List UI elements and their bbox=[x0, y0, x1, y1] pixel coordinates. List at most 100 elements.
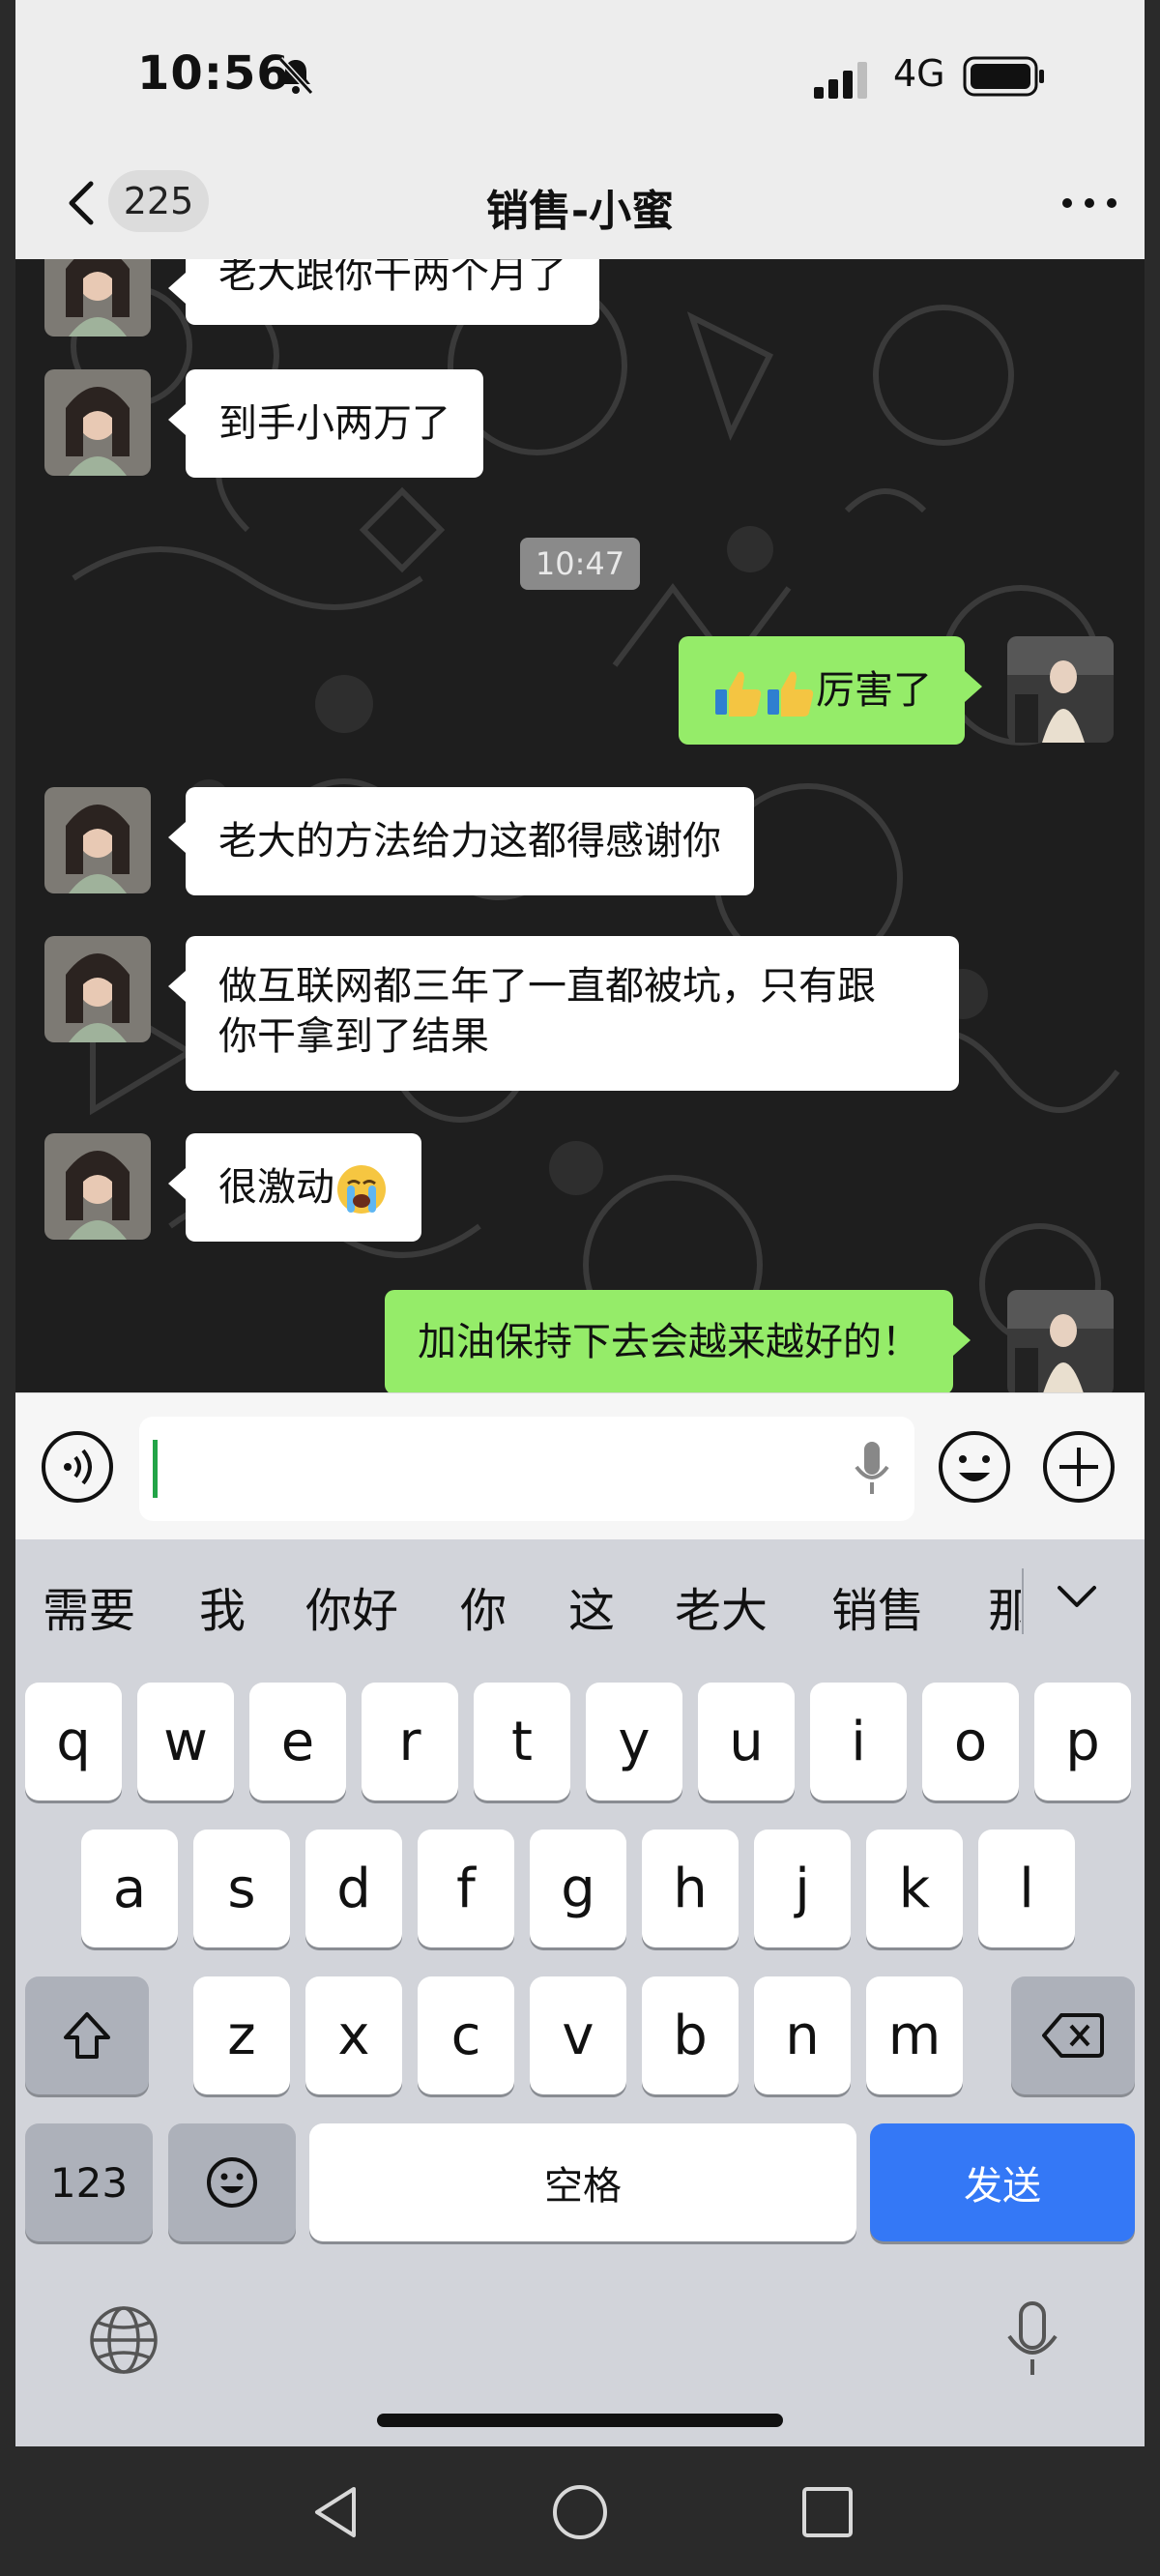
key-l[interactable]: l bbox=[978, 1830, 1075, 1947]
message-bubble-incoming[interactable]: 老大跟你干两个月了 bbox=[168, 259, 599, 325]
contact-avatar-image bbox=[44, 259, 151, 337]
shift-key[interactable] bbox=[25, 1976, 149, 2094]
message-text-line: 你干拿到了结果 bbox=[218, 1014, 489, 1059]
contact-avatar-image bbox=[44, 1133, 151, 1240]
numbers-key[interactable]: 123 bbox=[25, 2123, 153, 2241]
chevron-down-icon[interactable] bbox=[1052, 1572, 1102, 1623]
key-g[interactable]: g bbox=[530, 1830, 626, 1947]
key-y[interactable]: y bbox=[586, 1683, 682, 1800]
emoji-icon[interactable] bbox=[936, 1428, 1013, 1506]
chat-message-list[interactable]: 老大跟你干两个月了 到手小两万了 10:47 厉害了 老大的方法给力这都得感谢你… bbox=[15, 259, 1145, 1392]
key-h[interactable]: h bbox=[642, 1830, 739, 1947]
chat-title: 销售-小蜜 bbox=[485, 187, 675, 236]
key-m[interactable]: m bbox=[866, 1976, 963, 2094]
text-cursor bbox=[153, 1440, 158, 1498]
message-bubble-incoming[interactable]: 很激动 bbox=[168, 1133, 421, 1242]
globe-icon[interactable] bbox=[87, 2303, 160, 2377]
home-indicator bbox=[377, 2414, 783, 2427]
send-key[interactable]: 发送 bbox=[870, 2123, 1135, 2241]
contact-avatar[interactable] bbox=[44, 369, 151, 476]
bell-muted-icon bbox=[277, 56, 314, 96]
key-k[interactable]: k bbox=[866, 1830, 963, 1947]
key-p[interactable]: p bbox=[1034, 1683, 1131, 1800]
my-avatar[interactable] bbox=[1007, 636, 1114, 743]
candidate-word[interactable]: 老大 bbox=[675, 1572, 768, 1640]
keyboard: 需要 我 你好 你 这 老大 销售 那 q w e r t y u i o p … bbox=[15, 1539, 1145, 2446]
candidate-word[interactable]: 你 bbox=[460, 1572, 507, 1640]
message-text: 厉害了 bbox=[816, 668, 932, 713]
contact-avatar[interactable] bbox=[44, 787, 151, 893]
key-v[interactable]: v bbox=[530, 1976, 626, 2094]
emoji-key[interactable] bbox=[168, 2123, 296, 2241]
contact-avatar-image bbox=[44, 369, 151, 476]
key-s[interactable]: s bbox=[193, 1830, 290, 1947]
contact-avatar[interactable] bbox=[44, 936, 151, 1042]
key-r[interactable]: r bbox=[362, 1683, 458, 1800]
backspace-icon bbox=[1042, 2013, 1104, 2058]
shift-icon bbox=[64, 2012, 110, 2059]
key-c[interactable]: c bbox=[418, 1976, 514, 2094]
message-input[interactable] bbox=[139, 1417, 914, 1521]
key-o[interactable]: o bbox=[922, 1683, 1019, 1800]
message-bubble-incoming[interactable]: 老大的方法给力这都得感谢你 bbox=[168, 787, 754, 895]
key-b[interactable]: b bbox=[642, 1976, 739, 2094]
backspace-key[interactable] bbox=[1011, 1976, 1135, 2094]
candidate-word[interactable]: 那 bbox=[988, 1572, 1021, 1640]
candidate-bar: 需要 我 你好 你 这 老大 销售 那 bbox=[15, 1539, 1145, 1659]
mic-icon[interactable] bbox=[845, 1438, 899, 1500]
space-key[interactable]: 空格 bbox=[309, 2123, 856, 2241]
key-i[interactable]: i bbox=[810, 1683, 907, 1800]
nav-back-icon[interactable] bbox=[305, 2481, 367, 2543]
contact-avatar-image bbox=[44, 936, 151, 1042]
message-input-bar bbox=[15, 1392, 1145, 1539]
candidate-word[interactable]: 需要 bbox=[43, 1572, 135, 1640]
plus-icon[interactable] bbox=[1040, 1428, 1117, 1506]
candidate-divider bbox=[1022, 1568, 1024, 1634]
key-t[interactable]: t bbox=[474, 1683, 570, 1800]
nav-home-icon[interactable] bbox=[549, 2481, 611, 2543]
contact-avatar[interactable] bbox=[44, 259, 151, 337]
chat-header: 225 销售-小蜜 bbox=[15, 155, 1145, 259]
key-f[interactable]: f bbox=[418, 1830, 514, 1947]
voice-icon[interactable] bbox=[39, 1428, 116, 1506]
network-type: 4G bbox=[893, 52, 945, 95]
my-avatar[interactable] bbox=[1007, 1290, 1114, 1392]
message-bubble-outgoing[interactable]: 厉害了 bbox=[679, 636, 982, 745]
status-bar: 10:56 4G bbox=[15, 0, 1145, 155]
my-avatar-image bbox=[1007, 636, 1114, 743]
key-q[interactable]: q bbox=[25, 1683, 122, 1800]
key-n[interactable]: n bbox=[754, 1976, 851, 2094]
key-w[interactable]: w bbox=[137, 1683, 234, 1800]
message-text: 很激动 bbox=[218, 1165, 334, 1210]
emoji-icon bbox=[207, 2157, 257, 2208]
key-d[interactable]: d bbox=[305, 1830, 402, 1947]
message-text-line: 做互联网都三年了一直都被坑，只有跟 bbox=[218, 964, 876, 1009]
message-bubble-incoming[interactable]: 到手小两万了 bbox=[168, 369, 483, 478]
key-x[interactable]: x bbox=[305, 1976, 402, 2094]
candidate-word[interactable]: 这 bbox=[568, 1572, 615, 1640]
thumbs-up-icon bbox=[715, 671, 762, 717]
candidate-word[interactable]: 我 bbox=[199, 1572, 246, 1640]
phone-screen: 10:56 4G 225 销售-小蜜 老大跟你干两个月了 到手小两万了 10:4… bbox=[15, 0, 1145, 2446]
loudly-crying-icon bbox=[337, 1165, 386, 1214]
dictation-icon[interactable] bbox=[1003, 2299, 1061, 2381]
message-bubble-incoming[interactable]: 做互联网都三年了一直都被坑，只有跟 你干拿到了结果 bbox=[168, 936, 959, 1091]
nav-recent-apps-icon[interactable] bbox=[798, 2483, 856, 2541]
candidate-word[interactable]: 销售 bbox=[831, 1572, 924, 1640]
key-u[interactable]: u bbox=[698, 1683, 795, 1800]
thumbs-up-icon bbox=[768, 671, 814, 717]
contact-avatar-image bbox=[44, 787, 151, 893]
more-icon[interactable] bbox=[1056, 184, 1123, 222]
key-j[interactable]: j bbox=[754, 1830, 851, 1947]
key-z[interactable]: z bbox=[193, 1976, 290, 2094]
system-navigation-bar bbox=[0, 2446, 1160, 2576]
contact-avatar[interactable] bbox=[44, 1133, 151, 1240]
status-time: 10:56 bbox=[137, 46, 290, 101]
candidate-word[interactable]: 你好 bbox=[305, 1572, 398, 1640]
my-avatar-image bbox=[1007, 1290, 1114, 1392]
message-bubble-outgoing[interactable]: 加油保持下去会越来越好的！ bbox=[385, 1290, 971, 1392]
battery-icon bbox=[963, 56, 1044, 97]
message-timestamp: 10:47 bbox=[520, 538, 640, 590]
key-e[interactable]: e bbox=[249, 1683, 346, 1800]
key-a[interactable]: a bbox=[81, 1830, 178, 1947]
